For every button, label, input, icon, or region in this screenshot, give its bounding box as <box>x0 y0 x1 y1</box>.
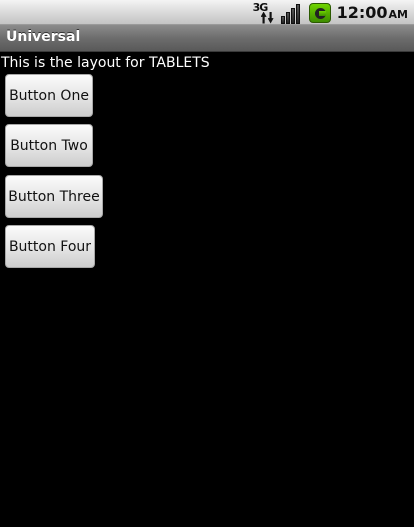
status-clock: 12:00AM <box>337 3 408 22</box>
download-arrow-icon <box>267 11 274 24</box>
3g-data-icon: 3G <box>253 1 277 24</box>
button-three[interactable]: Button Three <box>5 175 103 218</box>
clock-time: 12:00 <box>336 3 388 22</box>
app-title: Universal <box>6 29 81 45</box>
battery-charging-icon <box>308 2 331 23</box>
layout-info-text: This is the layout for TABLETS <box>1 55 210 71</box>
button-one[interactable]: Button One <box>5 74 93 117</box>
upload-arrow-icon <box>260 11 267 24</box>
app-title-bar: Universal <box>0 25 414 52</box>
status-bar: 3G 12:00AM <box>0 0 414 25</box>
button-four[interactable]: Button Four <box>5 225 95 268</box>
status-icons: 3G 12:00AM <box>253 0 408 25</box>
clock-ampm: AM <box>388 8 408 21</box>
signal-strength-icon <box>280 2 303 24</box>
button-two[interactable]: Button Two <box>5 124 93 167</box>
